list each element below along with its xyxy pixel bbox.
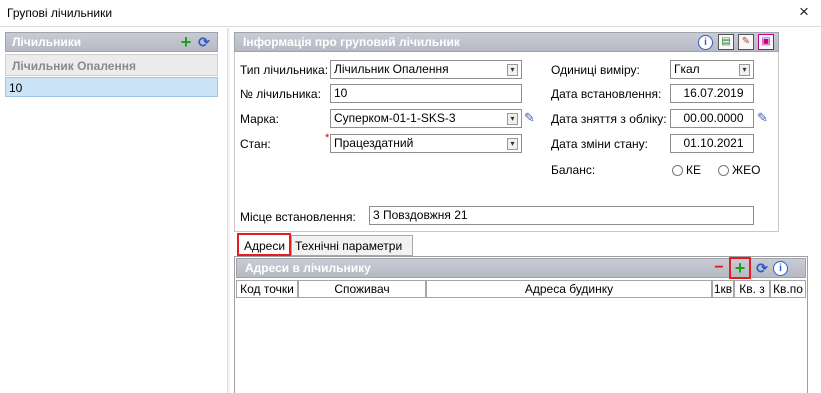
document-icon[interactable]: ▤ bbox=[718, 34, 734, 50]
state-value: Працездатний bbox=[334, 136, 414, 150]
refresh-addresses-button[interactable]: ⟳ bbox=[754, 260, 770, 276]
type-label: Тип лічильника: bbox=[240, 63, 329, 77]
chevron-down-icon: ▾ bbox=[739, 64, 750, 76]
meter-row-label: 10 bbox=[9, 81, 23, 95]
state-label: Стан: bbox=[240, 137, 271, 151]
state-change-field[interactable]: 01.10.2021 bbox=[670, 134, 754, 153]
info-panel-header: Інформація про груповий лічильник i ▤ ✎ … bbox=[234, 32, 779, 52]
type-select[interactable]: Лічильник Опалення ▾ bbox=[330, 60, 522, 79]
meters-panel-title: Лічильники bbox=[12, 35, 82, 49]
balance-option-zheo: ЖЕО bbox=[732, 163, 761, 177]
units-label: Одиниці виміру: bbox=[551, 63, 640, 77]
close-icon[interactable]: × bbox=[799, 2, 809, 22]
brand-value: Суперком-01-1-SKS-3 bbox=[334, 111, 456, 125]
add-meter-button[interactable]: + bbox=[178, 32, 194, 52]
remove-address-button[interactable]: − bbox=[711, 260, 727, 276]
chevron-down-icon: ▾ bbox=[507, 64, 518, 76]
list-item[interactable]: 10 bbox=[5, 77, 218, 97]
chevron-down-icon: ▾ bbox=[507, 138, 518, 150]
minus-icon: − bbox=[714, 259, 724, 276]
addresses-panel-title: Адреси в лічильнику bbox=[245, 261, 371, 275]
meters-column-label: Лічильник Опалення bbox=[12, 59, 136, 73]
location-field[interactable]: 3 Повздовжня 21 bbox=[369, 206, 754, 225]
add-address-button[interactable]: + bbox=[729, 257, 751, 279]
state-change-label: Дата зміни стану: bbox=[551, 137, 648, 151]
column-header-point-code[interactable]: Код точки bbox=[236, 280, 298, 298]
plus-icon: + bbox=[180, 32, 192, 52]
balance-option-ke: КЕ bbox=[686, 163, 701, 177]
tab-addresses[interactable]: Адреси bbox=[237, 233, 291, 256]
required-marker: * bbox=[325, 132, 330, 144]
meters-column-header[interactable]: Лічильник Опалення bbox=[5, 54, 218, 76]
balance-label: Баланс: bbox=[551, 163, 596, 177]
save-icon[interactable]: ▣ bbox=[758, 34, 774, 50]
number-field[interactable]: 10 bbox=[330, 84, 522, 103]
addresses-panel-header: Адреси в лічильнику − + ⟳ i bbox=[236, 257, 806, 279]
brand-select[interactable]: Суперком-01-1-SKS-3 ▾ bbox=[330, 109, 522, 128]
refresh-icon: ⟳ bbox=[756, 260, 768, 276]
refresh-icon: ⟳ bbox=[198, 34, 210, 50]
state-select[interactable]: Працездатний ▾ bbox=[330, 134, 522, 153]
brand-label: Марка: bbox=[240, 112, 279, 126]
title-bar: Групові лічильники × bbox=[0, 0, 821, 26]
install-date-field[interactable]: 16.07.2019 bbox=[670, 84, 754, 103]
units-value: Гкал bbox=[674, 62, 700, 76]
type-value: Лічильник Опалення bbox=[334, 62, 449, 76]
info-icon[interactable]: i bbox=[698, 35, 713, 50]
column-header-apt-from[interactable]: Кв. з bbox=[734, 280, 770, 298]
balance-radio-ke[interactable] bbox=[672, 165, 683, 176]
balance-radio-zheo[interactable] bbox=[718, 165, 729, 176]
install-date-label: Дата встановлення: bbox=[551, 87, 662, 101]
column-header-consumer[interactable]: Споживач bbox=[298, 280, 426, 298]
plus-icon: + bbox=[734, 258, 746, 278]
edit-icon[interactable]: ✎ bbox=[738, 34, 754, 50]
tab-addresses-label: Адреси bbox=[244, 239, 286, 253]
refresh-meters-button[interactable]: ⟳ bbox=[196, 34, 212, 50]
splitter[interactable] bbox=[227, 28, 230, 393]
units-select[interactable]: Гкал ▾ bbox=[670, 60, 754, 79]
column-header-building-address[interactable]: Адреса будинку bbox=[426, 280, 712, 298]
column-header-apt-to[interactable]: Кв.по bbox=[770, 280, 806, 298]
tab-technical-parameters[interactable]: Технічні параметри bbox=[291, 235, 413, 256]
removal-date-label: Дата зняття з обліку: bbox=[551, 112, 667, 126]
edit-brand-icon[interactable]: ✎ bbox=[524, 110, 540, 126]
column-header-first-apt[interactable]: 1кв bbox=[712, 280, 734, 298]
chevron-down-icon: ▾ bbox=[507, 113, 518, 125]
meters-panel-header: Лічильники + ⟳ bbox=[5, 32, 218, 52]
tab-technical-label: Технічні параметри bbox=[295, 239, 403, 253]
removal-date-field[interactable]: 00.00.0000 bbox=[670, 109, 754, 128]
window-title: Групові лічильники bbox=[7, 6, 113, 20]
edit-removal-date-icon[interactable]: ✎ bbox=[757, 110, 773, 126]
number-label: № лічильника: bbox=[240, 87, 321, 101]
location-label: Місце встановлення: bbox=[240, 210, 356, 224]
info-panel-title: Інформація про груповий лічильник bbox=[243, 35, 460, 49]
info-icon[interactable]: i bbox=[773, 261, 788, 276]
